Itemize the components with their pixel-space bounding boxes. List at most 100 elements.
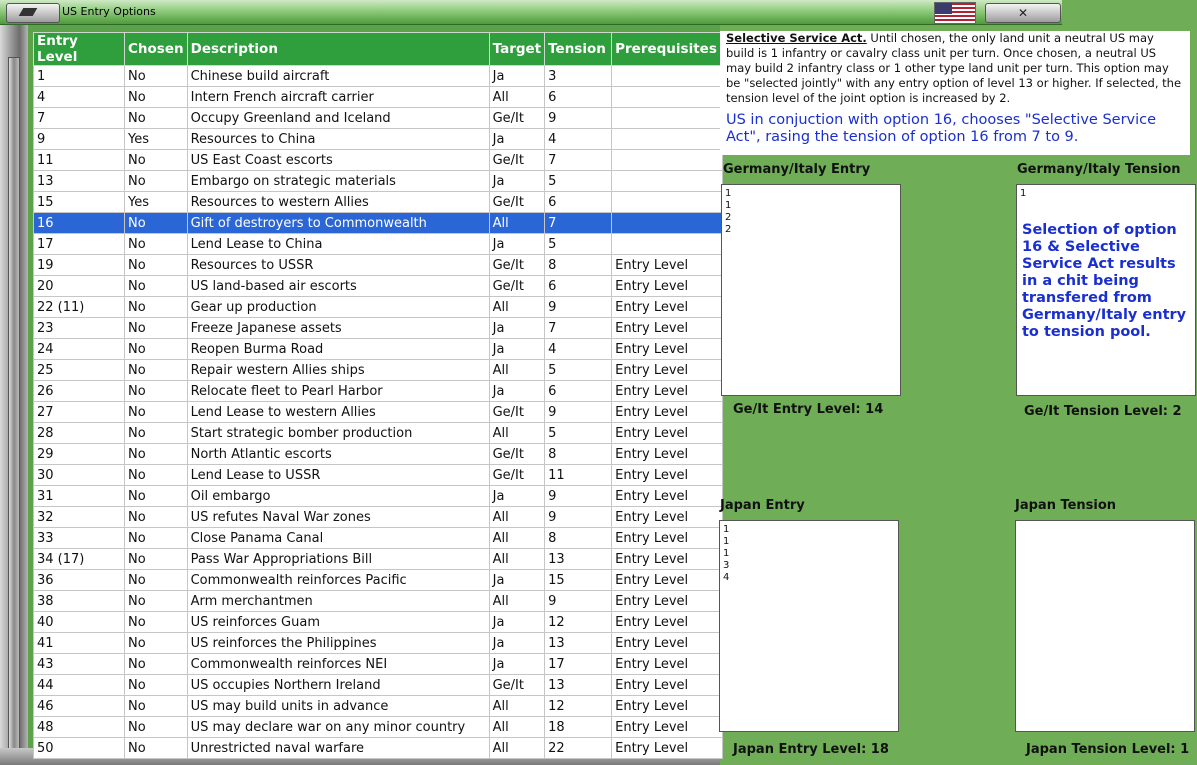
- table-cell: Entry Level: [611, 464, 724, 486]
- table-cell: 8: [544, 527, 613, 549]
- table-row[interactable]: 23 No Freeze Japanese assets Ja 7 Entry Level: [33, 317, 724, 339]
- table-cell: 18: [544, 716, 613, 738]
- japan-tension-level: Japan Tension Level: 1: [1026, 742, 1190, 757]
- table-row[interactable]: 22 (11) No Gear up production All 9 Entry Lev…: [33, 296, 724, 318]
- table-cell: Oil embargo: [186, 485, 490, 507]
- table-cell: 6: [544, 86, 613, 108]
- table-row[interactable]: 43 No Commonwealth reinforces NEI Ja 17 Entry…: [33, 653, 724, 675]
- table-row[interactable]: 26 No Relocate fleet to Pearl Harbor Ja 6 Ent…: [33, 380, 724, 402]
- table-row[interactable]: 11 No US East Coast escorts Ge/It 7: [33, 149, 724, 171]
- column-header[interactable]: Entry Level: [33, 32, 125, 66]
- table-cell: Resources to western Allies: [186, 191, 490, 213]
- table-row[interactable]: 13 No Embargo on strategic materials Ja 5: [33, 170, 724, 192]
- table-cell: Reopen Burma Road: [186, 338, 490, 360]
- table-row[interactable]: 29 No North Atlantic escorts Ge/It 8 Entry Le…: [33, 443, 724, 465]
- table-cell: [611, 107, 724, 129]
- table-cell: US may build units in advance: [186, 695, 490, 717]
- table-row[interactable]: 31 No Oil embargo Ja 9 Entry Level: [33, 485, 724, 507]
- table-cell: All: [488, 506, 546, 528]
- table-row[interactable]: 44 No US occupies Northern Ireland Ge/It 13 E…: [33, 674, 724, 696]
- column-header[interactable]: Description: [186, 32, 490, 66]
- table-cell: Gear up production: [186, 296, 490, 318]
- table-cell: No: [124, 422, 188, 444]
- table-cell: All: [488, 212, 546, 234]
- table-row[interactable]: 9 Yes Resources to China Ja 4: [33, 128, 724, 150]
- table-row[interactable]: 38 No Arm merchantmen All 9 Entry Level: [33, 590, 724, 612]
- description-text: Selective Service Act. Until chosen, the…: [726, 31, 1190, 106]
- table-cell: Entry Level: [611, 317, 724, 339]
- table-row[interactable]: 20 No US land-based air escorts Ge/It 6 Entry…: [33, 275, 724, 297]
- vertical-scrollbar[interactable]: [8, 57, 20, 759]
- table-cell: Lend Lease to USSR: [186, 464, 490, 486]
- pool-chit[interactable]: 1: [723, 524, 895, 536]
- table-cell: 9: [544, 590, 613, 612]
- table-row[interactable]: 33 No Close Panama Canal All 8 Entry Level: [33, 527, 724, 549]
- table-row[interactable]: 40 No US reinforces Guam Ja 12 Entry Level: [33, 611, 724, 633]
- table-cell: No: [124, 611, 188, 633]
- table-row[interactable]: 50 No Unrestricted naval warfare All 22 Entry…: [33, 737, 724, 759]
- table-row[interactable]: 48 No US may declare war on any minor coun…: [33, 716, 724, 738]
- table-row[interactable]: 24 No Reopen Burma Road Ja 4 Entry Level: [33, 338, 724, 360]
- table-row[interactable]: 17 No Lend Lease to China Ja 5: [33, 233, 724, 255]
- table-cell: No: [124, 695, 188, 717]
- column-header[interactable]: Prerequisites: [611, 32, 724, 66]
- table-cell: US may declare war on any minor country: [186, 716, 490, 738]
- table-cell: Entry Level: [611, 296, 724, 318]
- table-cell: Ja: [488, 632, 546, 654]
- table-row[interactable]: 30 No Lend Lease to USSR Ge/It 11 Entry Level: [33, 464, 724, 486]
- table-row[interactable]: 28 No Start strategic bomber production All…: [33, 422, 724, 444]
- japan-tension-pool[interactable]: [1015, 520, 1195, 732]
- table-cell: Relocate fleet to Pearl Harbor: [186, 380, 490, 402]
- table-cell: 13: [544, 674, 613, 696]
- table-cell: 29: [33, 443, 125, 465]
- table-cell: 22: [544, 737, 613, 759]
- table-row[interactable]: 16 No Gift of destroyers to Commonwealth Al…: [33, 212, 724, 234]
- pool-chit[interactable]: 2: [725, 224, 897, 236]
- column-header[interactable]: Chosen: [124, 32, 188, 66]
- table-cell: Entry Level: [611, 611, 724, 633]
- table-row[interactable]: 46 No US may build units in advance All 12 En…: [33, 695, 724, 717]
- table-cell: Entry Level: [611, 590, 724, 612]
- tension-transfer-note: Selection of option 16 & Selective Servi…: [1022, 222, 1187, 340]
- table-cell: All: [488, 695, 546, 717]
- table-row[interactable]: 25 No Repair western Allies ships All 5 Entry…: [33, 359, 724, 381]
- pool-chit[interactable]: 1: [725, 188, 897, 200]
- table-cell: 6: [544, 380, 613, 402]
- table-cell: Ge/It: [488, 401, 546, 423]
- table-row[interactable]: 36 No Commonwealth reinforces Pacific Ja 15 E…: [33, 569, 724, 591]
- table-row[interactable]: 19 No Resources to USSR Ge/It 8 Entry Level: [33, 254, 724, 276]
- japan-entry-pool[interactable]: 11134: [719, 520, 899, 732]
- close-button[interactable]: ✕: [985, 3, 1061, 23]
- table-cell: 7: [33, 107, 125, 129]
- table-row[interactable]: 32 No US refutes Naval War zones All 9 Entry …: [33, 506, 724, 528]
- back-button[interactable]: [6, 3, 60, 23]
- table-cell: All: [488, 86, 546, 108]
- table-cell: Ge/It: [488, 464, 546, 486]
- table-cell: 5: [544, 170, 613, 192]
- pool-chit[interactable]: 1: [723, 548, 895, 560]
- pool-chit[interactable]: 1: [723, 536, 895, 548]
- table-cell: Entry Level: [611, 737, 724, 759]
- column-header[interactable]: Target: [488, 32, 546, 66]
- table-cell: Freeze Japanese assets: [186, 317, 490, 339]
- column-header[interactable]: Tension: [544, 32, 613, 66]
- pool-chit[interactable]: 3: [723, 560, 895, 572]
- pool-chit[interactable]: 2: [725, 212, 897, 224]
- pool-chit[interactable]: 4: [723, 572, 895, 584]
- pool-chit[interactable]: 1: [725, 200, 897, 212]
- table-cell: Commonwealth reinforces NEI: [186, 653, 490, 675]
- table-row[interactable]: 4 No Intern French aircraft carrier All 6: [33, 86, 724, 108]
- japan-entry-level: Japan Entry Level: 18: [733, 742, 889, 757]
- table-row[interactable]: 1 No Chinese build aircraft Ja 3: [33, 65, 724, 87]
- table-cell: 4: [33, 86, 125, 108]
- pool-chit[interactable]: 1: [1020, 188, 1192, 200]
- table-row[interactable]: 27 No Lend Lease to western Allies Ge/It 9 En…: [33, 401, 724, 423]
- option-description-panel: Selective Service Act. Until chosen, the…: [720, 31, 1190, 155]
- geit-entry-pool[interactable]: 1122: [721, 184, 901, 396]
- table-cell: 13: [544, 548, 613, 570]
- table-cell: No: [124, 590, 188, 612]
- table-row[interactable]: 41 No US reinforces the Philippines Ja 13 Ent…: [33, 632, 724, 654]
- table-row[interactable]: 15 Yes Resources to western Allies Ge/It 6: [33, 191, 724, 213]
- table-row[interactable]: 7 No Occupy Greenland and Iceland Ge/It 9: [33, 107, 724, 129]
- table-row[interactable]: 34 (17) No Pass War Appropriations Bill All…: [33, 548, 724, 570]
